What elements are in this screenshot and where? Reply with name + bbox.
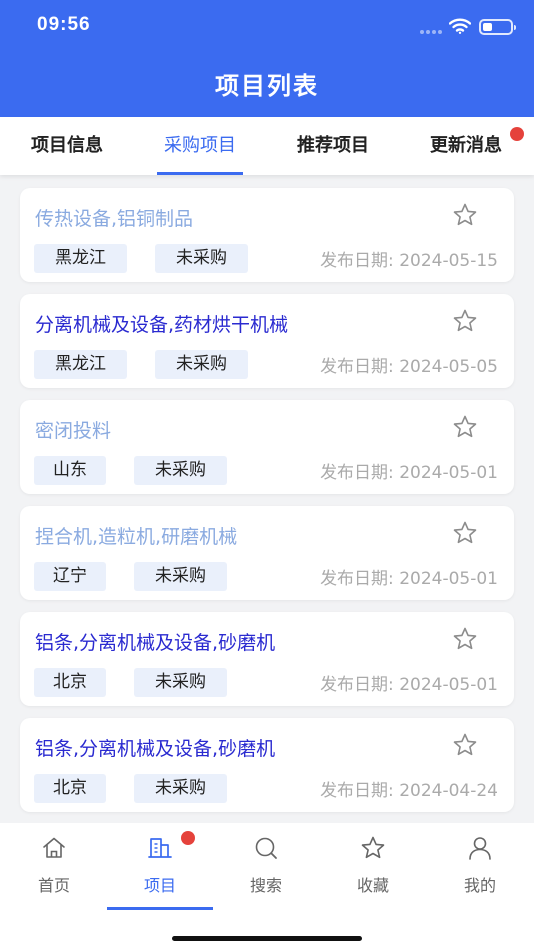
tab-recommended-projects[interactable]: 推荐项目 (276, 117, 390, 175)
project-title: 铝条,分离机械及设备,砂磨机 (35, 738, 276, 760)
home-icon (43, 837, 65, 858)
status-tag: 未采购 (134, 456, 227, 485)
status-tag: 未采购 (134, 668, 227, 697)
status-tag: 未采购 (155, 350, 248, 379)
home-indicator[interactable] (172, 936, 362, 941)
publish-date: 发布日期: 2024-04-24 (320, 781, 498, 801)
favorite-star-icon[interactable] (452, 308, 478, 334)
publish-date: 发布日期: 2024-05-15 (320, 251, 498, 271)
search-icon (255, 837, 277, 859)
region-tag: 山东 (34, 456, 106, 485)
notification-badge (510, 127, 524, 141)
project-title: 铝条,分离机械及设备,砂磨机 (35, 632, 276, 654)
region-tag: 北京 (34, 668, 106, 697)
publish-date: 发布日期: 2024-05-05 (320, 357, 498, 377)
region-tag: 辽宁 (34, 562, 106, 591)
nav-profile[interactable]: 我的 (427, 823, 533, 909)
favorite-star-icon[interactable] (452, 626, 478, 652)
nav-search[interactable]: 搜索 (213, 823, 319, 909)
region-tag: 黑龙江 (34, 350, 127, 379)
project-card[interactable]: 捏合机,造粒机,研磨机械 辽宁 未采购 发布日期: 2024-05-01 (20, 506, 514, 600)
tab-update-messages[interactable]: 更新消息 (409, 117, 523, 175)
active-nav-indicator (107, 907, 213, 910)
wifi-icon (449, 18, 471, 34)
tab-bar: 项目信息 采购项目 推荐项目 更新消息 (0, 117, 534, 175)
bottom-nav: 首页 项目 搜索 收藏 我的 (0, 823, 534, 950)
tab-project-info[interactable]: 项目信息 (10, 117, 124, 175)
project-title: 传热设备,铝铜制品 (35, 208, 194, 230)
project-card[interactable]: 铝条,分离机械及设备,砂磨机 北京 未采购 发布日期: 2024-04-24 (20, 718, 514, 812)
app-header: 09:56 项目列表 (0, 0, 534, 117)
nav-projects[interactable]: 项目 (107, 823, 213, 909)
project-card[interactable]: 传热设备,铝铜制品 黑龙江 未采购 发布日期: 2024-05-15 (20, 188, 514, 282)
building-icon (148, 838, 172, 858)
status-bar: 09:56 (0, 0, 534, 54)
project-card[interactable]: 密闭投料 山东 未采购 发布日期: 2024-05-01 (20, 400, 514, 494)
favorite-star-icon[interactable] (452, 202, 478, 228)
nav-label: 收藏 (356, 876, 389, 895)
status-time: 09:56 (37, 14, 91, 35)
nav-label: 项目 (143, 876, 176, 895)
project-title: 密闭投料 (35, 420, 112, 442)
nav-notification-badge (181, 831, 195, 845)
nav-label: 我的 (463, 876, 496, 895)
user-icon (469, 837, 491, 860)
project-card[interactable]: 铝条,分离机械及设备,砂磨机 北京 未采购 发布日期: 2024-05-01 (20, 612, 514, 706)
favorite-star-icon[interactable] (452, 732, 478, 758)
star-icon (361, 836, 385, 859)
nav-label: 搜索 (249, 876, 282, 895)
region-tag: 北京 (34, 774, 106, 803)
publish-date: 发布日期: 2024-05-01 (320, 463, 498, 483)
cellular-signal-icon (420, 30, 444, 34)
tab-procurement-projects[interactable]: 采购项目 (143, 117, 257, 175)
nav-label: 首页 (37, 876, 70, 895)
status-tag: 未采购 (155, 244, 248, 273)
active-tab-indicator (157, 172, 243, 175)
status-tag: 未采购 (134, 562, 227, 591)
publish-date: 发布日期: 2024-05-01 (320, 675, 498, 695)
nav-home[interactable]: 首页 (1, 823, 107, 909)
project-title: 分离机械及设备,药材烘干机械 (35, 314, 289, 336)
favorite-star-icon[interactable] (452, 414, 478, 440)
nav-favorites[interactable]: 收藏 (320, 823, 426, 909)
battery-icon (479, 19, 516, 35)
project-title: 捏合机,造粒机,研磨机械 (35, 526, 238, 548)
publish-date: 发布日期: 2024-05-01 (320, 569, 498, 589)
status-tag: 未采购 (134, 774, 227, 803)
project-card[interactable]: 分离机械及设备,药材烘干机械 黑龙江 未采购 发布日期: 2024-05-05 (20, 294, 514, 388)
favorite-star-icon[interactable] (452, 520, 478, 546)
page-title: 项目列表 (215, 72, 319, 100)
region-tag: 黑龙江 (34, 244, 127, 273)
